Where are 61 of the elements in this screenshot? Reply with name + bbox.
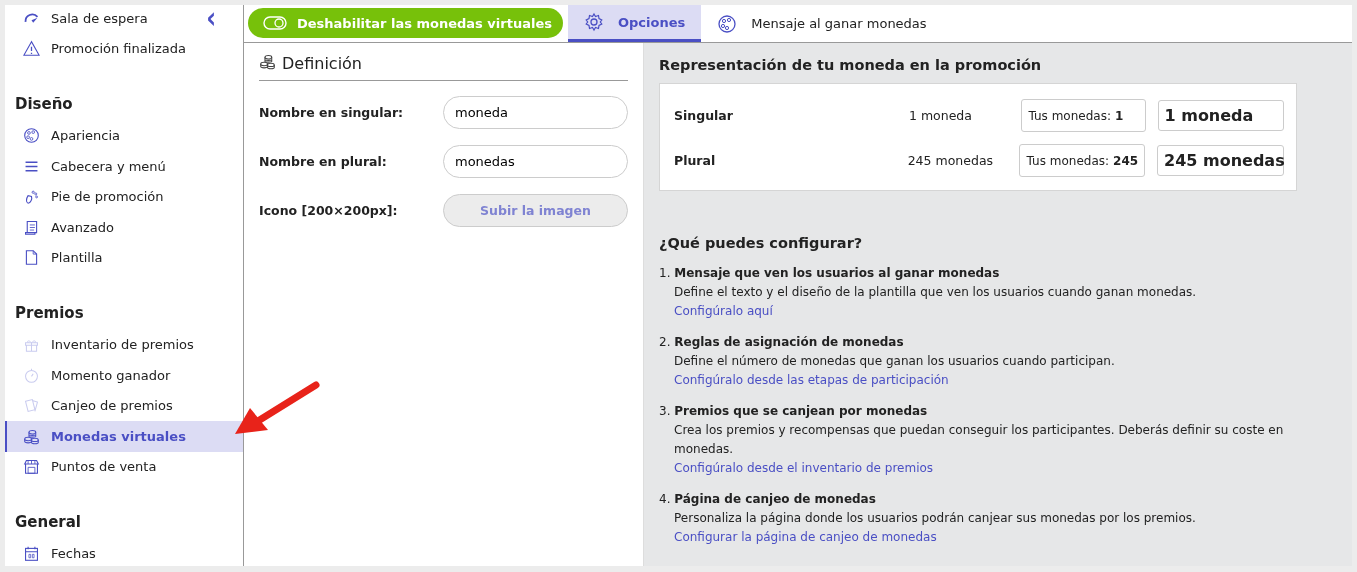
- row-label: Plural: [674, 153, 717, 168]
- sidebar-item[interactable]: Plantilla: [5, 242, 243, 274]
- section-title: Diseño: [14, 95, 74, 116]
- stopwatch-icon: [23, 366, 40, 384]
- coin-badge: 245 monedas: [1157, 145, 1284, 176]
- step-description: Crea los premios y recompensas que puedan conseguir los participantes. Deberás definir su coste en monedas.: [673, 422, 1285, 458]
- step-description: Define el texto y el diseño de la plantilla que ven los usuarios cuando ganan monedas.: [673, 284, 1198, 301]
- coin-counter: Tus monedas: 1: [1020, 99, 1146, 132]
- step-title: 2. Reglas de asignación de monedas: [659, 334, 905, 351]
- coin-badge: 1 moneda: [1157, 100, 1284, 131]
- toggle-icon: [263, 16, 287, 30]
- row-label: Singular: [674, 108, 734, 123]
- section-heading: Definición: [282, 54, 362, 73]
- collapse-button[interactable]: ‹: [206, 5, 217, 31]
- calendar-icon: [23, 544, 40, 562]
- page-icon: [23, 249, 40, 267]
- sidebar-item[interactable]: Avanzado: [5, 211, 243, 243]
- link[interactable]: Configúralo desde las etapas de participación: [674, 373, 949, 387]
- sidebar-item[interactable]: Canjeo de premios: [5, 390, 243, 421]
- sidebar-item[interactable]: Promoción finalizada: [5, 33, 195, 65]
- sidebar-item[interactable]: Momento ganador: [5, 359, 243, 391]
- coins-icon: [259, 53, 276, 70]
- settings-icon: [583, 12, 604, 32]
- shop-icon: [23, 458, 40, 476]
- section-heading: Representación de tu moneda en la promoción: [659, 57, 1043, 73]
- field-label: Nombre en plural:: [259, 154, 387, 169]
- footprint-icon: [23, 188, 40, 206]
- sidebar-item[interactable]: Pie de promoción: [5, 181, 243, 212]
- warning-icon: [23, 40, 40, 58]
- sidebar-item[interactable]: Apariencia: [5, 120, 243, 151]
- preview-text: 1 moneda: [909, 108, 973, 123]
- sidebar-item[interactable]: Inventario de premios: [5, 329, 243, 360]
- link[interactable]: Configúralo desde el inventario de premios: [674, 461, 934, 475]
- palette-icon: [717, 13, 738, 34]
- input-field[interactable]: monedas: [443, 145, 628, 178]
- input-field[interactable]: moneda: [443, 96, 628, 129]
- preview-text: 245 monedas: [907, 153, 995, 168]
- sidebar-item[interactable]: Puntos de venta: [5, 451, 243, 483]
- coin-counter: Tus monedas: 245: [1018, 144, 1145, 177]
- field-label: Nombre en singular:: [259, 105, 404, 120]
- sidebar-item[interactable]: Sala de espera: [5, 5, 195, 34]
- step-title: 3. Premios que se canjean por monedas: [659, 403, 929, 420]
- coins-icon: [23, 427, 40, 445]
- tab[interactable]: Opciones: [567, 5, 702, 42]
- link[interactable]: Configúralo aquí: [674, 304, 773, 318]
- section-heading: ¿Qué puedes configurar?: [659, 235, 864, 251]
- field-label: Icono [200×200px]:: [259, 203, 398, 218]
- step-description: Personaliza la página donde los usuarios podrán canjear sus monedas por los premios.: [673, 510, 1197, 527]
- link[interactable]: Configurar la página de canjeo de monedas: [674, 530, 937, 544]
- sidebar-item[interactable]: Fechas: [5, 538, 243, 566]
- section-title: General: [14, 513, 82, 534]
- step-description: Define el número de monedas que ganan los usuarios cuando participan.: [673, 353, 1116, 370]
- palette-icon: [23, 127, 40, 144]
- sidebar-item[interactable]: Cabecera y menú: [5, 150, 243, 182]
- tickets-icon: [23, 397, 40, 415]
- scroll-icon: [23, 218, 40, 236]
- sidebar-item[interactable]: Monedas virtuales: [5, 420, 243, 452]
- section-title: Premios: [14, 304, 85, 325]
- step-title: 1. Mensaje que ven los usuarios al ganar monedas: [659, 265, 1001, 282]
- step-title: 4. Página de canjeo de monedas: [659, 491, 877, 508]
- tab[interactable]: Mensaje al ganar monedas: [701, 5, 943, 42]
